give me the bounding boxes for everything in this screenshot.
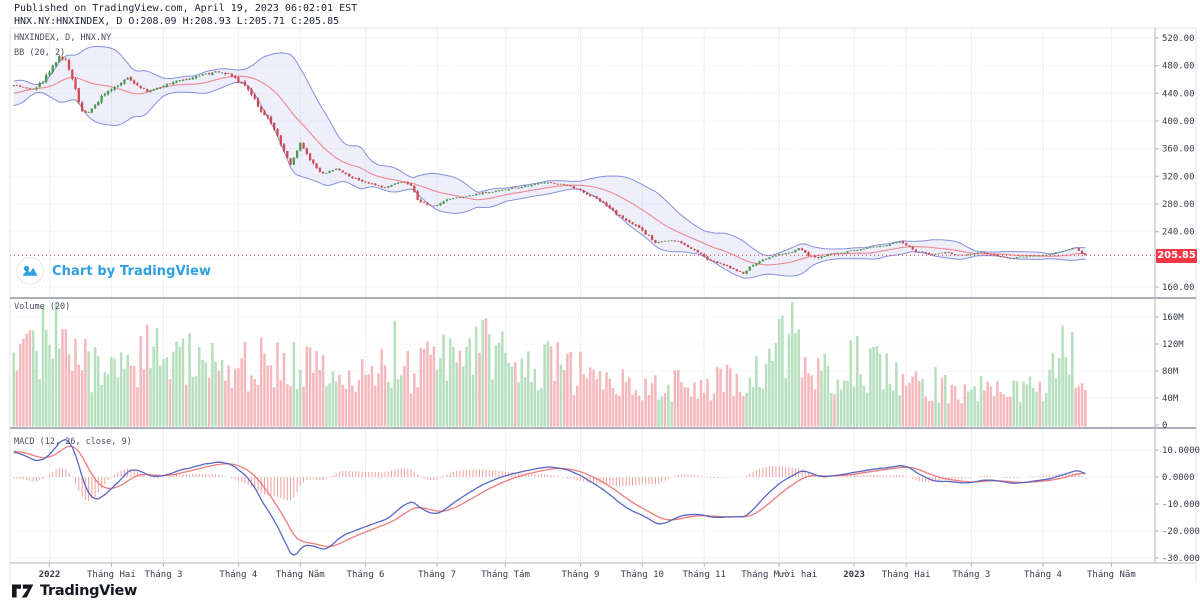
tradingview-cloud-icon [16, 257, 44, 285]
volume-tick-label: 120M [1162, 340, 1184, 350]
time-axis-label: Tháng Năm [1087, 570, 1136, 580]
price-tick-label: 520.00 [1162, 34, 1195, 44]
price-tick-label: 280.00 [1162, 200, 1195, 210]
time-axis-label: Tháng 11 [683, 570, 726, 580]
macd-tick-label: -10.0000 [1162, 500, 1200, 510]
time-axis-label: Tháng Mười hai [741, 569, 817, 580]
time-axis[interactable] [10, 563, 1196, 583]
time-axis-label: Tháng Hai [882, 570, 931, 580]
tradingview-glyph-icon [12, 584, 34, 598]
price-tick-label: 440.00 [1162, 89, 1195, 99]
time-axis-label: Tháng 4 [219, 570, 257, 580]
time-axis-label: 2023 [843, 570, 865, 580]
volume-indicator-legend: Volume (20) [14, 302, 71, 312]
time-axis-label: Tháng 4 [1024, 570, 1062, 580]
time-axis-label: Tháng 3 [952, 570, 990, 580]
time-axis-label: Tháng 9 [562, 570, 600, 580]
price-tick-label: 400.00 [1162, 117, 1195, 127]
bb-indicator-legend: BB (20, 2) [14, 48, 66, 58]
macd-tick-label: 10.0000 [1162, 446, 1200, 456]
macd-tick-label: -30.0000 [1162, 554, 1200, 564]
time-axis-label: Tháng Hai [87, 570, 136, 580]
time-axis-label: Tháng Năm [276, 570, 325, 580]
time-axis-label: Tháng Tám [481, 570, 530, 580]
time-axis-label: Tháng 10 [621, 570, 664, 580]
price-tick-label: 320.00 [1162, 172, 1195, 182]
time-axis-label: Tháng 3 [145, 570, 183, 580]
brand-wordmark: TradingView [40, 583, 138, 599]
volume-tick-label: 160M [1162, 313, 1184, 323]
price-tick-label: 480.00 [1162, 62, 1195, 72]
price-chart[interactable]: 520.00 480.00 440.00 400.00 360.00 320.00 280.… [0, 0, 1200, 602]
volume-tick-label: 80M [1162, 367, 1179, 377]
macd-tick-label: -20.0000 [1162, 527, 1200, 537]
tradingview-logo-link[interactable]: TradingView [12, 583, 137, 599]
macd-tick-label: 0.0000 [1162, 473, 1195, 483]
macd-indicator-legend: MACD (12, 26, close, 9) [14, 437, 132, 447]
price-tick-label: 240.00 [1162, 228, 1195, 238]
time-axis-label: Tháng 6 [347, 570, 385, 580]
attribution-label: Chart by TradingView [52, 263, 212, 279]
symbol-legend: HNXINDEX, D, HNX.NY [14, 33, 112, 43]
macd-panel[interactable] [10, 428, 1155, 563]
price-tick-label: 160.00 [1162, 283, 1195, 293]
volume-tick-label: 40M [1162, 394, 1179, 404]
volume-tick-label: 0 [1162, 421, 1167, 431]
time-axis-label: 2022 [39, 570, 61, 580]
tradingview-attribution-link[interactable]: Chart by TradingView [16, 257, 211, 285]
price-tick-label: 360.00 [1162, 145, 1195, 155]
last-price-badge: 205.85 [1156, 249, 1197, 263]
time-axis-label: Tháng 7 [418, 570, 456, 580]
published-chart-page: { "header": { "published_line": "Publish… [0, 0, 1200, 602]
